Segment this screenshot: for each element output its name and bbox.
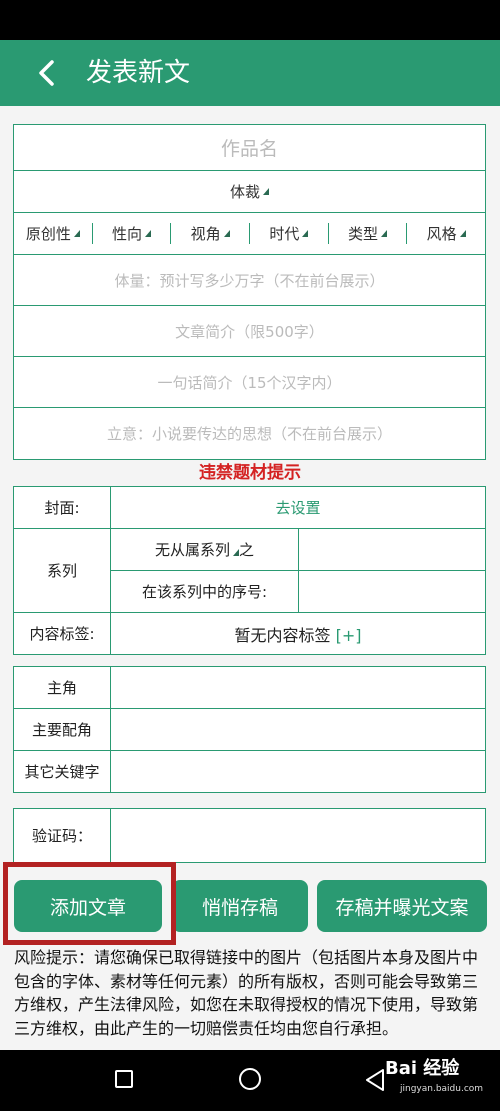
tags-label: 内容标签:	[13, 612, 111, 655]
back-triangle-icon[interactable]	[364, 1068, 386, 1092]
forbidden-topics-link[interactable]: 违禁题材提示	[0, 460, 500, 486]
dropdown-triangle-icon	[145, 230, 151, 237]
home-circle-icon[interactable]	[239, 1068, 261, 1090]
recent-apps-square-icon[interactable]	[115, 1070, 133, 1088]
orientation-select[interactable]: 性向	[93, 223, 172, 244]
dropdown-triangle-icon	[459, 230, 466, 237]
series-select[interactable]: 无从属系列之	[110, 528, 299, 571]
summary-input[interactable]: 文章简介（限500字）	[14, 306, 485, 357]
cover-set-link[interactable]: 去设置	[110, 486, 486, 529]
save-and-expose-button[interactable]: 存稿并曝光文案	[317, 880, 487, 932]
length-placeholder: 体量：预计写多少万字（不在前台展示）	[114, 271, 385, 290]
save-draft-button[interactable]: 悄悄存稿	[172, 880, 308, 932]
work-name-input[interactable]: 作品名	[14, 125, 485, 171]
work-name-placeholder: 作品名	[220, 138, 278, 160]
style-label: 风格	[426, 225, 457, 243]
era-label: 时代	[269, 225, 300, 243]
oneline-placeholder: 一句话简介（15个汉字内）	[157, 373, 342, 392]
series-label: 系列	[13, 528, 111, 613]
dropdown-triangle-icon	[223, 230, 230, 237]
roles-table: 主角 主要配角 其它关键字	[13, 666, 486, 793]
watermark-brand: Bai 经验	[385, 1058, 460, 1079]
type-select[interactable]: 类型	[329, 223, 408, 244]
dropdown-triangle-icon	[73, 230, 80, 237]
tags-value: 暂无内容标签	[234, 625, 331, 645]
series-extra-cell	[298, 528, 486, 571]
risk-notice: 风险提示：请您确保已取得链接中的图片（包括图片本身及图片中包含的字体、素材等任何…	[14, 948, 479, 1038]
genre-select[interactable]: 体裁	[14, 171, 485, 213]
dropdown-triangle-icon	[381, 230, 388, 237]
add-tag-button[interactable]: [+]	[336, 626, 362, 645]
main-character-input[interactable]	[110, 666, 486, 709]
other-keywords-input[interactable]	[110, 750, 486, 793]
summary-placeholder: 文章简介（限500字）	[175, 322, 324, 341]
app-bar: 发表新文	[0, 40, 500, 106]
supporting-character-input[interactable]	[110, 708, 486, 751]
attribute-selects: 原创性 性向 视角 时代 类型 风格	[14, 213, 485, 255]
series-select-value: 无从属系列	[154, 541, 230, 559]
theme-input[interactable]: 立意：小说要传达的思想（不在前台展示）	[14, 408, 485, 459]
cover-label: 封面:	[13, 486, 111, 529]
dropdown-triangle-icon	[302, 230, 309, 237]
tags-cell: 暂无内容标签 [+]	[110, 612, 486, 655]
dropdown-triangle-icon	[263, 188, 269, 195]
series-order-input[interactable]	[298, 570, 486, 613]
length-input[interactable]: 体量：预计写多少万字（不在前台展示）	[14, 255, 485, 306]
captcha-table: 验证码：	[13, 808, 486, 863]
orientation-label: 性向	[111, 225, 142, 243]
oneline-input[interactable]: 一句话简介（15个汉字内）	[14, 357, 485, 408]
series-select-suffix: 之	[239, 541, 255, 559]
main-character-label: 主角	[13, 666, 111, 709]
status-bar	[0, 0, 500, 40]
theme-placeholder: 立意：小说要传达的思想（不在前台展示）	[106, 425, 392, 443]
genre-label: 体裁	[229, 183, 260, 201]
style-select[interactable]: 风格	[407, 223, 485, 244]
meta-table: 封面: 去设置 系列 无从属系列之 在该系列中的序号: 内容标签: 暂无内容标签…	[13, 486, 486, 655]
originality-select[interactable]: 原创性	[14, 223, 93, 244]
highlight-box	[3, 862, 176, 945]
supporting-character-label: 主要配角	[13, 708, 111, 751]
series-order-label: 在该系列中的序号:	[110, 570, 299, 613]
captcha-input[interactable]	[110, 808, 486, 863]
page-title: 发表新文	[86, 58, 191, 88]
captcha-label: 验证码：	[13, 808, 111, 863]
originality-label: 原创性	[25, 225, 71, 243]
chevron-left-icon[interactable]	[30, 54, 64, 92]
era-select[interactable]: 时代	[250, 223, 329, 244]
article-form: 作品名 体裁 原创性 性向 视角 时代 类型 风格 体量：预计写多少万字（不在前…	[13, 124, 486, 460]
perspective-label: 视角	[190, 225, 221, 243]
other-keywords-label: 其它关键字	[13, 750, 111, 793]
watermark-url: jingyan.baidu.com	[400, 1084, 484, 1094]
perspective-select[interactable]: 视角	[171, 223, 250, 244]
type-label: 类型	[348, 225, 379, 243]
